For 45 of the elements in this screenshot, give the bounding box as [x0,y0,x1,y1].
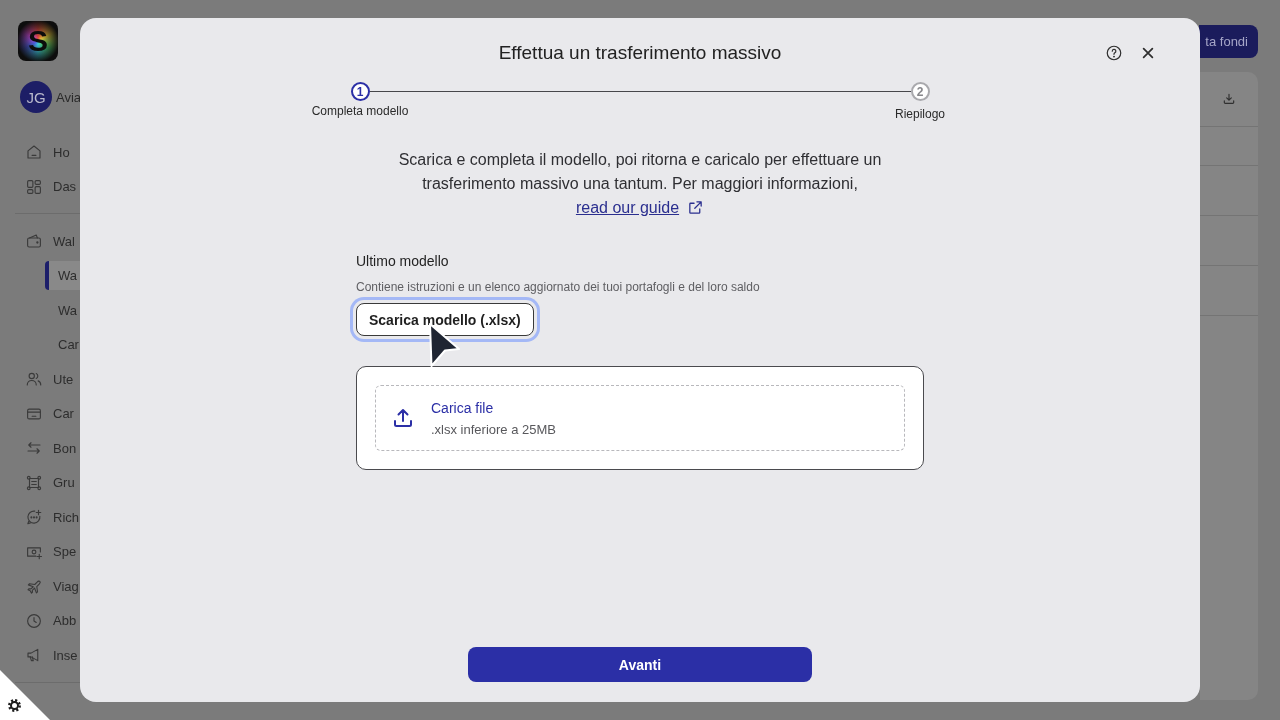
gear-icon [7,698,22,713]
funds-button[interactable]: ta fondi [1199,25,1258,58]
sidebar-item[interactable]: Spe [0,534,80,569]
step-indicator: 2 [910,82,930,101]
sidebar-item[interactable]: Wal [0,224,80,259]
next-button[interactable]: Avanti [468,647,812,682]
external-link-icon [687,199,705,216]
app-logo[interactable]: S [18,21,58,61]
sidebar-item[interactable]: Abb [0,603,80,638]
sidebar-item[interactable]: Rich [0,500,80,535]
sidebar-item[interactable]: Bon [0,431,80,466]
sidebar-subitem[interactable]: Wa [45,295,80,325]
user-name: Avia [56,89,82,105]
grid-icon [25,177,43,196]
close-icon[interactable] [1141,46,1155,60]
frame-icon [25,473,43,492]
sidebar-item[interactable]: Ute [0,362,80,397]
clock-icon [25,611,43,630]
sidebar-item[interactable]: Ho [0,135,80,170]
sidebar-item[interactable]: Inse [0,638,80,673]
upload-label[interactable]: Carica file [431,398,494,417]
sidebar-subitem[interactable]: Wa [45,261,80,291]
guide-link[interactable]: read our guide [575,199,705,216]
wallet-icon [25,232,43,251]
upload-icon [391,406,415,430]
chat-plus-icon [25,508,43,527]
step-label: Completa modello [311,104,409,120]
sidebar-item[interactable]: Gru [0,465,80,500]
avatar[interactable]: JG [20,81,52,113]
intro-paragraph: Scarica e completa il modello, poi ritorna e caricalo per effettuare un trasferimento massivo una tantum. Per maggiori informazioni, read our guide [397,150,883,218]
dialog-title: Effettua un trasferimento massivo [498,42,782,64]
step-label: Riepilogo [895,107,946,121]
sidebar-item[interactable]: Car [0,396,80,431]
section-hint: Contiene istruzioni e un elenco aggiornato dei tuoi portafogli e del loro saldo [356,279,760,295]
file-hint: .xlsx inferiore a 25MB [431,421,556,438]
sidebar-subitem[interactable]: Car [45,330,80,360]
sidebar-item[interactable]: Viag [0,569,80,604]
people-icon [25,370,43,389]
download-icon[interactable] [1222,92,1236,106]
drop-zone[interactable]: Carica file .xlsx inferiore a 25MB [375,385,905,451]
help-icon[interactable] [1105,44,1123,62]
sidebar-item[interactable]: Das [0,169,80,204]
step-indicator: 1 [350,82,370,101]
section-title: Ultimo modello [356,252,449,270]
home-icon [25,143,43,162]
